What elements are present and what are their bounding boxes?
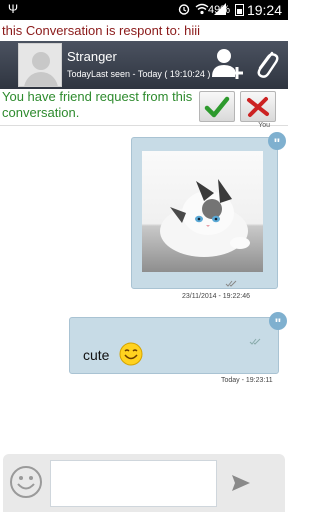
battery-icon <box>235 4 244 16</box>
quote-icon[interactable]: " <box>268 132 286 151</box>
conversation-note: this Conversation is respont to: hiii <box>0 20 288 41</box>
double-check-icon <box>249 338 261 345</box>
message-input[interactable] <box>50 460 217 507</box>
smile-emoji <box>119 342 143 366</box>
cat-image <box>160 179 250 257</box>
close-icon <box>247 97 269 117</box>
friend-request-bar: You have friend request from this conver… <box>0 89 288 126</box>
alarm-icon <box>178 4 190 15</box>
reject-friend-button[interactable] <box>240 91 276 122</box>
usb-icon: Ψ <box>8 2 19 16</box>
last-seen: TodayLast seen - Today ( 19:10:24 ) <box>67 69 211 79</box>
status-bar: Ψ 49% 19:24 <box>0 0 288 20</box>
check-icon <box>204 96 230 118</box>
attach-icon[interactable] <box>252 47 280 81</box>
add-user-icon[interactable] <box>210 47 244 81</box>
sender-label: You <box>258 122 270 129</box>
avatar[interactable] <box>18 43 62 87</box>
clock: 19:24 <box>246 2 282 18</box>
message-timestamp: Today - 19:23:11 <box>221 377 273 384</box>
message-photo[interactable] <box>142 151 263 272</box>
send-icon[interactable] <box>230 473 252 493</box>
accept-friend-button[interactable] <box>199 91 235 122</box>
message-timestamp: 23/11/2014 - 19:22:46 <box>182 293 250 300</box>
message-bubble-image[interactable]: " <box>131 132 286 289</box>
double-check-icon <box>225 280 237 287</box>
friend-request-text: You have friend request from this conver… <box>2 89 193 120</box>
quote-icon[interactable]: " <box>269 312 287 331</box>
message-composer <box>3 454 285 512</box>
contact-name: Stranger <box>67 49 117 64</box>
battery-percent: 49% <box>207 4 230 16</box>
message-text: cute <box>83 347 110 363</box>
chat-header: Stranger TodayLast seen - Today ( 19:10:… <box>0 41 288 89</box>
wifi-icon <box>195 3 209 15</box>
emoji-icon[interactable] <box>9 465 43 499</box>
message-bubble-text[interactable]: " cute <box>69 312 287 374</box>
